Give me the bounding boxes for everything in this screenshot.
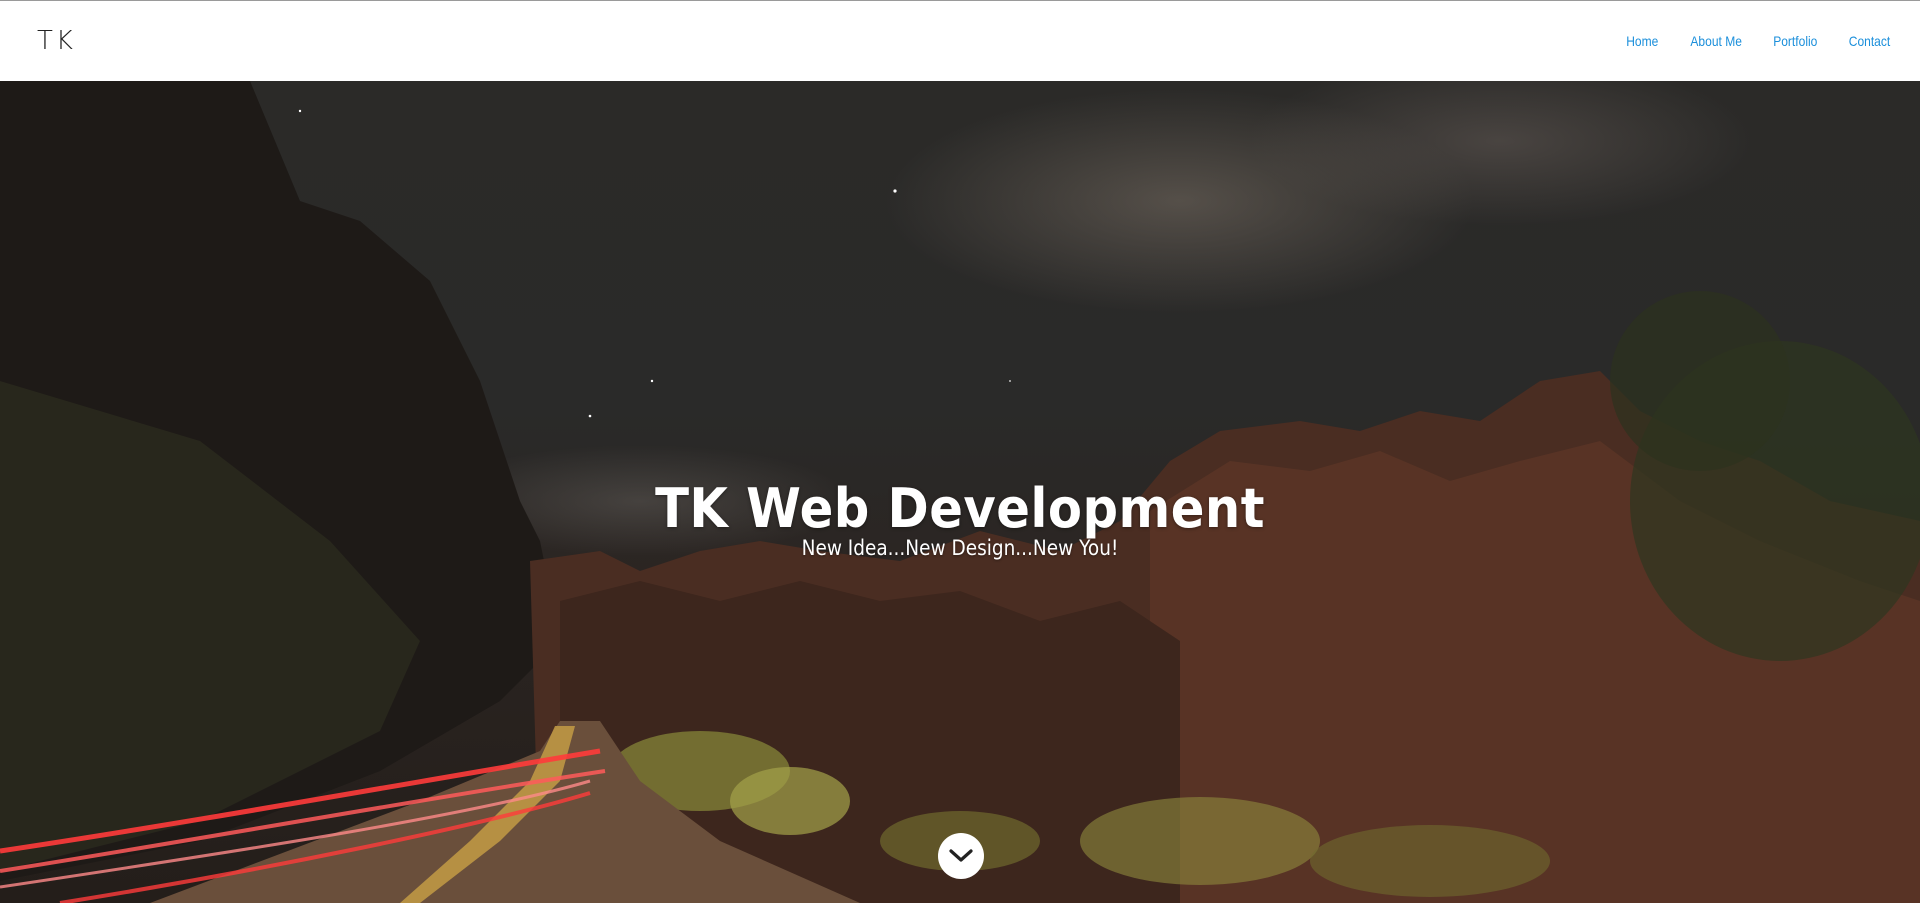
navbar: TK Home About Me Portfolio Contact <box>0 1 1920 81</box>
nav-link-home[interactable]: Home <box>1626 31 1658 51</box>
hero-subtitle: New Idea...New Design...New You! <box>801 536 1119 560</box>
brand-logo[interactable]: TK <box>37 24 76 58</box>
nav-menu: Home About Me Portfolio Contact <box>1597 31 1890 51</box>
nav-link-about-me[interactable]: About Me <box>1691 31 1743 51</box>
hero-section: TK Web Development New Idea...New Design… <box>0 81 1920 903</box>
hero-title: TK Web Development <box>655 477 1265 541</box>
scroll-down-button[interactable] <box>938 833 984 879</box>
chevron-down-icon <box>949 849 973 862</box>
nav-link-portfolio[interactable]: Portfolio <box>1774 31 1818 51</box>
nav-link-contact[interactable]: Contact <box>1849 31 1890 51</box>
